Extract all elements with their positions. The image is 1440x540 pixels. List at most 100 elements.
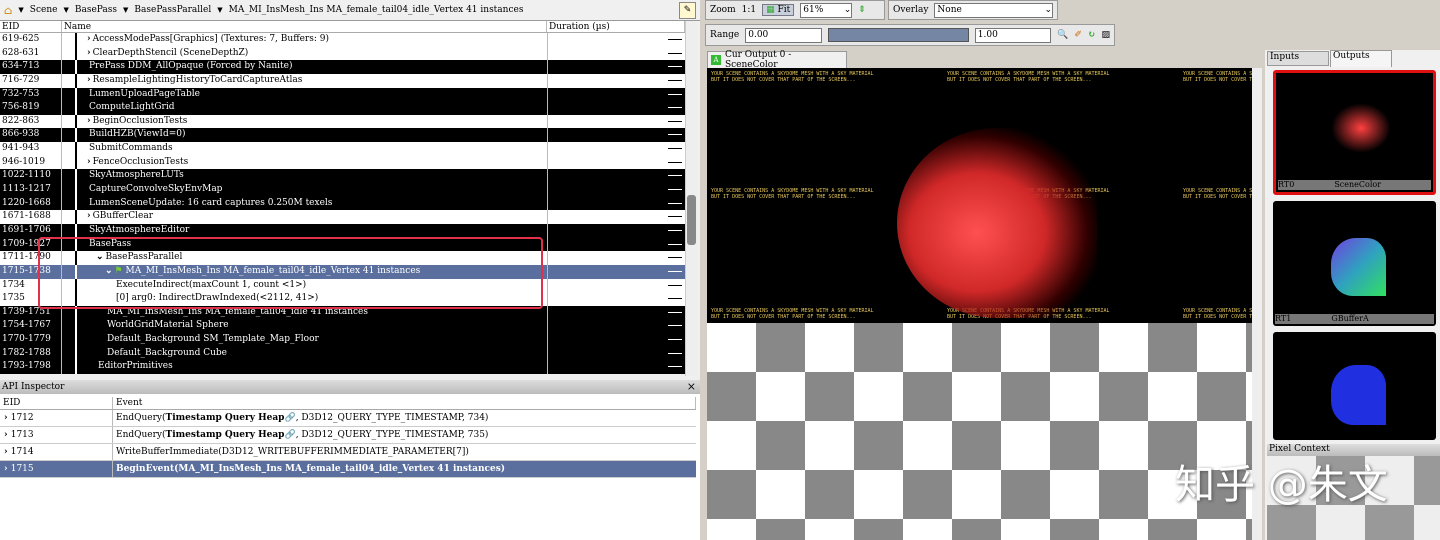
- event-row[interactable]: 946-1019 › FenceOcclusionTests: [0, 155, 685, 170]
- event-row[interactable]: 1671-1688 › GBufferClear: [0, 210, 685, 224]
- event-eid: 1782-1788: [0, 346, 62, 361]
- event-row[interactable]: 1113-1217 CaptureConvolveSkyEnvMap: [0, 183, 685, 197]
- picker-icon[interactable]: ✐: [1074, 30, 1082, 40]
- api-resource[interactable]: Timestamp Query Heap: [166, 413, 285, 423]
- scrollbar-thumb[interactable]: [687, 195, 696, 245]
- event-row[interactable]: 822-863 › BeginOcclusionTests: [0, 114, 685, 129]
- event-eid: 619-625: [0, 33, 62, 47]
- api-row[interactable]: › 1712 EndQuery(Timestamp Query Heap🔗, D…: [0, 410, 696, 427]
- event-name: LumenUploadPageTable: [89, 88, 200, 99]
- edit-icon[interactable]: ✎: [679, 2, 696, 19]
- api-row[interactable]: › 1714 WriteBufferImmediate(D3D12_WRITEB…: [0, 444, 696, 461]
- col-eid[interactable]: EID: [0, 397, 113, 409]
- breadcrumb-scene[interactable]: Scene: [30, 5, 58, 15]
- event-row[interactable]: 941-943 SubmitCommands: [0, 142, 685, 156]
- event-row[interactable]: 628-631 › ClearDepthStencil (SceneDepthZ): [0, 46, 685, 61]
- breadcrumb-basepassparallel[interactable]: BasePassParallel: [134, 5, 211, 15]
- api-resource[interactable]: BeginEvent(MA_MI_InsMesh_Ins MA_female_t…: [116, 464, 505, 474]
- expander-icon[interactable]: ›: [4, 430, 11, 440]
- thumbnail-rt0[interactable]: RT0 SceneColor: [1273, 70, 1436, 195]
- expander-icon[interactable]: ›: [4, 413, 11, 423]
- range-max-input[interactable]: 1.00: [974, 27, 1052, 43]
- warning-line: BUT IT DOES NOT COVER THAT PART OF THE S…: [1183, 77, 1252, 83]
- tree-line: [75, 319, 77, 334]
- event-row[interactable]: 866-938 BuildHZB(ViewId=0): [0, 128, 685, 143]
- col-duration[interactable]: Duration (µs): [547, 21, 685, 32]
- fit-button[interactable]: ▦ Fit: [762, 4, 795, 16]
- warning-line: BUT IT DOES NOT COVER THAT PART OF THE S…: [947, 77, 1092, 83]
- event-eid: 1113-1217: [0, 183, 62, 197]
- thumbnail-rt1[interactable]: RT1 GBufferA: [1273, 201, 1436, 326]
- thumbnail-image: [1331, 103, 1391, 153]
- event-row[interactable]: 1220-1668 LumenSceneUpdate: 16 card capt…: [0, 196, 685, 211]
- zoom-select[interactable]: 61% ⌄: [800, 2, 853, 18]
- expander-icon[interactable]: ›: [87, 211, 91, 221]
- overlay-select[interactable]: None ⌄: [934, 2, 1053, 18]
- api-resource[interactable]: Timestamp Query Heap: [166, 430, 285, 440]
- api-row[interactable]: › 1715 BeginEvent(MA_MI_InsMesh_Ins MA_f…: [0, 461, 696, 478]
- breadcrumb-current[interactable]: MA_MI_InsMesh_Ins MA_female_tail04_idle_…: [229, 5, 524, 15]
- thumbnail-image: [1331, 238, 1386, 296]
- range-slider[interactable]: [827, 28, 969, 42]
- event-eid: 732-753: [0, 87, 62, 102]
- fit-icon: ▦: [766, 5, 775, 15]
- histogram-icon[interactable]: ▨: [1101, 30, 1110, 40]
- expander-icon[interactable]: ›: [87, 75, 91, 85]
- close-icon[interactable]: ×: [687, 380, 696, 393]
- event-row[interactable]: 1022-1110 SkyAtmosphereLUTs: [0, 169, 685, 184]
- chevron-down-icon[interactable]: ▼: [63, 6, 68, 14]
- event-duration: [547, 264, 685, 279]
- event-row[interactable]: 1770-1779 Default_Background SM_Template…: [0, 333, 685, 347]
- event-name: ClearDepthStencil (SceneDepthZ): [92, 47, 249, 58]
- tree-line: [75, 155, 77, 170]
- tab-cur-output[interactable]: A Cur Output 0 - SceneColor: [707, 50, 847, 70]
- col-eid[interactable]: EID: [0, 21, 62, 32]
- api-row[interactable]: › 1713 EndQuery(Timestamp Query Heap🔗, D…: [0, 427, 696, 444]
- event-row[interactable]: 756-819 ComputeLightGrid: [0, 101, 685, 115]
- home-icon[interactable]: ⌂: [4, 4, 12, 17]
- tree-line: [75, 114, 77, 129]
- chevron-down-icon[interactable]: ▼: [217, 6, 222, 14]
- reset-icon[interactable]: ↻: [1088, 30, 1096, 40]
- tab-inputs[interactable]: Inputs: [1267, 51, 1329, 66]
- event-name: EditorPrimitives: [98, 361, 173, 372]
- tree-line: [75, 333, 77, 347]
- event-duration: [547, 333, 685, 347]
- event-row[interactable]: 732-753 LumenUploadPageTable: [0, 87, 685, 102]
- sky-warning-text: YOUR SCENE CONTAINS A SKYDOME MESH WITH …: [1183, 308, 1252, 320]
- event-duration: [547, 183, 685, 197]
- expander-icon[interactable]: ›: [87, 48, 91, 58]
- event-row[interactable]: 1782-1788 Default_Background Cube: [0, 346, 685, 361]
- range-min-input[interactable]: 0.00: [745, 27, 822, 43]
- col-event[interactable]: Event: [113, 397, 696, 409]
- expander-icon[interactable]: ›: [87, 34, 91, 44]
- zoom-range-icon[interactable]: 🔍: [1057, 30, 1068, 40]
- panel-title: API Inspector: [2, 382, 65, 392]
- event-eid: 634-713: [0, 60, 62, 74]
- thumbnail-rt2[interactable]: [1273, 332, 1436, 440]
- chevron-down-icon[interactable]: ▼: [123, 6, 128, 14]
- warning-line: BUT IT DOES NOT COVER THAT PART OF THE S…: [711, 77, 856, 83]
- event-row[interactable]: 1691-1706 SkyAtmosphereEditor: [0, 223, 685, 238]
- expander-icon[interactable]: ›: [87, 116, 91, 126]
- event-row[interactable]: 1754-1767 WorldGridMaterial Sphere: [0, 319, 685, 334]
- event-row[interactable]: 619-625 › AccessModePass[Graphics] (Textu…: [0, 33, 685, 47]
- api-eid: 1713: [10, 430, 34, 440]
- event-eid: 1754-1767: [0, 319, 62, 334]
- event-duration: [547, 46, 685, 61]
- flip-icon[interactable]: ⇕: [858, 5, 866, 15]
- expander-icon[interactable]: ›: [4, 464, 11, 474]
- event-row[interactable]: 716-729 › ResampleLightingHistoryToCardCa…: [0, 73, 685, 88]
- tab-outputs[interactable]: Outputs: [1330, 50, 1392, 67]
- col-name[interactable]: Name: [62, 21, 547, 32]
- texture-image[interactable]: YOUR SCENE CONTAINS A SKYDOME MESH WITH …: [707, 68, 1252, 323]
- chevron-down-icon[interactable]: ▼: [18, 6, 23, 14]
- zoom-1to1-button[interactable]: 1:1: [742, 5, 756, 15]
- event-row[interactable]: 1793-1798 EditorPrimitives: [0, 360, 685, 375]
- expander-icon[interactable]: ›: [4, 447, 11, 457]
- event-eid: 1220-1668: [0, 196, 62, 211]
- event-name: BeginOcclusionTests: [92, 115, 188, 126]
- event-row[interactable]: 634-713 PrePass DDM_AllOpaque (Forced by…: [0, 60, 685, 74]
- breadcrumb-basepass[interactable]: BasePass: [75, 5, 117, 15]
- expander-icon[interactable]: ›: [87, 157, 91, 167]
